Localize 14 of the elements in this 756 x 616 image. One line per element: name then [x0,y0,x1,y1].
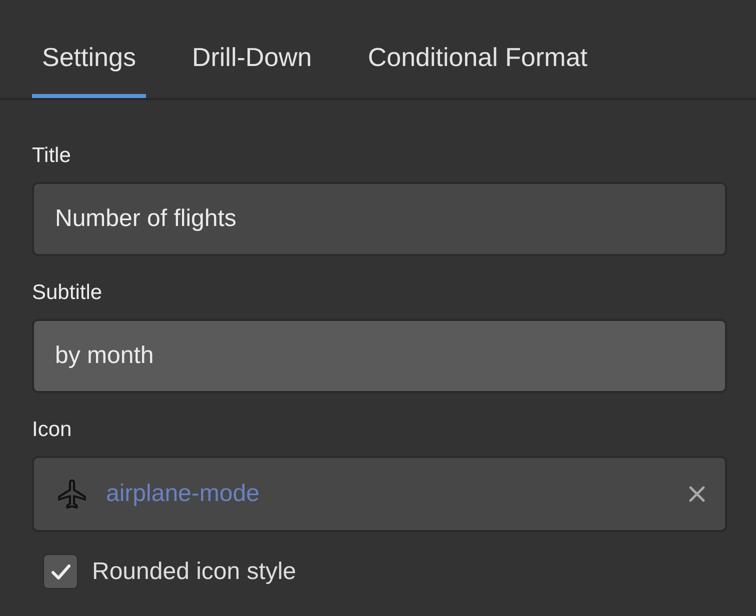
close-icon[interactable] [689,486,705,502]
field-label: Subtitle [32,280,102,306]
text-input-field[interactable]: by month [32,319,727,393]
tab[interactable]: Settings [32,0,146,98]
tab[interactable]: Conditional Format [358,0,598,98]
text-input-field[interactable]: Number of flights [32,182,727,256]
airplane-icon [58,479,86,509]
checkbox-label[interactable]: Rounded icon style [92,556,296,586]
checkbox[interactable] [43,554,78,589]
check-icon [50,564,70,580]
field-label: Title [32,143,71,169]
field-label: Icon [32,417,72,443]
selected-icon-name: airplane-mode [106,479,260,509]
tab[interactable]: Drill-Down [182,0,322,98]
